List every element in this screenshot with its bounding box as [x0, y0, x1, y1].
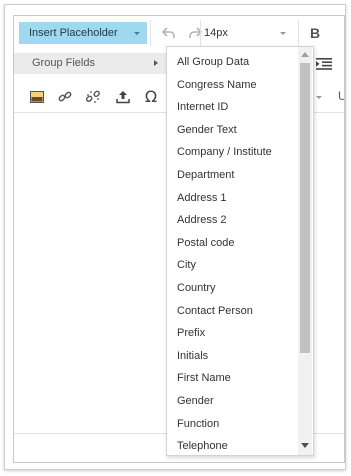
dropdown-item[interactable]: Telephone	[167, 435, 297, 455]
toolbar-divider	[200, 20, 201, 46]
dropdown-item[interactable]: First Name	[167, 367, 297, 390]
insert-placeholder-button[interactable]: Insert Placeholder	[19, 22, 147, 44]
dropdown-item[interactable]: Internet ID	[167, 96, 297, 119]
group-fields-menu-item[interactable]: Group Fields	[14, 53, 166, 74]
image-icon[interactable]	[28, 88, 46, 106]
dropdown-item[interactable]: City	[167, 254, 297, 277]
font-size-value: 14px	[204, 27, 228, 39]
dropdown-item[interactable]: Company / Institute	[167, 141, 297, 164]
dropdown-item[interactable]: Address 1	[167, 187, 297, 210]
dropdown-item[interactable]: Congress Name	[167, 74, 297, 97]
toolbar-divider	[298, 20, 299, 46]
redo-icon[interactable]	[186, 25, 204, 41]
dropdown-item[interactable]: Gender Text	[167, 119, 297, 142]
scroll-up-arrow-icon[interactable]	[301, 52, 309, 57]
link-icon[interactable]	[56, 88, 74, 106]
dropdown-item[interactable]: Country	[167, 277, 297, 300]
scroll-down-arrow-icon[interactable]	[301, 443, 309, 448]
chevron-down-icon	[134, 32, 140, 35]
placeholder-fields-dropdown: All Group Data Congress Name Internet ID…	[166, 46, 314, 456]
group-fields-label: Group Fields	[32, 57, 95, 69]
unlink-icon[interactable]	[84, 88, 102, 106]
dropdown-item[interactable]: Function	[167, 413, 297, 436]
dropdown-scrollbar[interactable]	[298, 47, 312, 455]
dropdown-item[interactable]: Department	[167, 164, 297, 187]
chevron-down-icon	[280, 32, 286, 35]
dropdown-item[interactable]: Contact Person	[167, 300, 297, 323]
undo-icon[interactable]	[160, 25, 178, 41]
bold-button[interactable]: B	[310, 22, 324, 44]
dropdown-item[interactable]: Prefix	[167, 322, 297, 345]
dropdown-item[interactable]: All Group Data	[167, 51, 297, 74]
indent-icon[interactable]	[316, 58, 332, 73]
dropdown-item[interactable]: Gender	[167, 390, 297, 413]
dropdown-item[interactable]: Initials	[167, 345, 297, 368]
dropdown-item[interactable]: Address 2	[167, 209, 297, 232]
upload-icon[interactable]	[114, 88, 132, 106]
dropdown-list: All Group Data Congress Name Internet ID…	[167, 47, 297, 455]
underline-button[interactable]: U	[338, 89, 344, 103]
insert-placeholder-label: Insert Placeholder	[29, 27, 118, 39]
scroll-thumb[interactable]	[300, 63, 310, 353]
font-size-select[interactable]: 14px	[204, 22, 294, 44]
chevron-down-icon[interactable]	[316, 96, 322, 99]
dropdown-item[interactable]: Postal code	[167, 232, 297, 255]
toolbar-divider	[150, 20, 151, 46]
chevron-right-icon	[154, 60, 158, 66]
special-character-icon[interactable]: Ω	[142, 88, 160, 106]
